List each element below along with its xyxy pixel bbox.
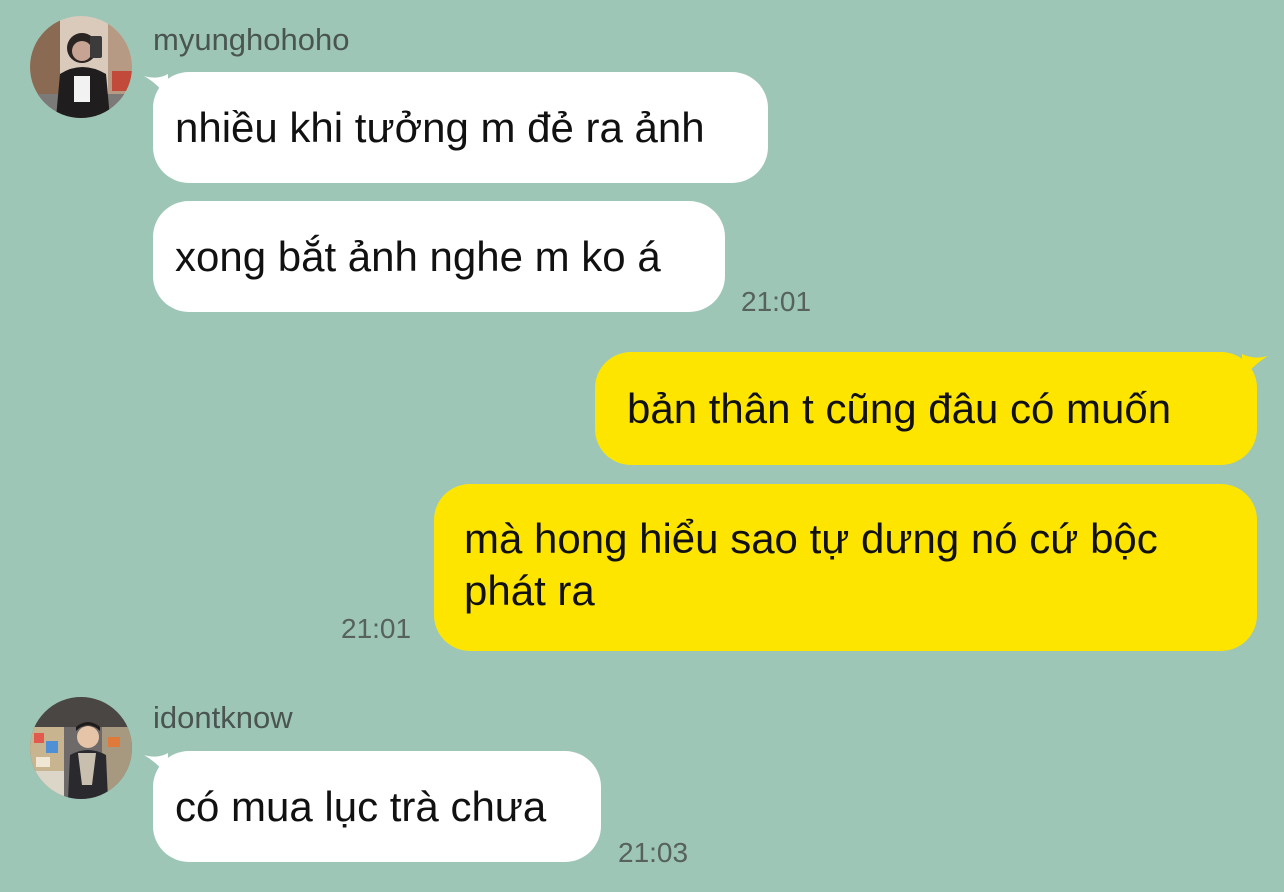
profile-photo-icon xyxy=(30,697,132,799)
message-text: nhiều khi tưởng m đẻ ra ảnh xyxy=(175,103,705,151)
sender-name: idontknow xyxy=(153,700,293,735)
sender-name: myunghohoho xyxy=(153,22,350,57)
message-bubble[interactable]: bản thân t cũng đâu có muốn xyxy=(595,352,1257,465)
message-bubble[interactable]: nhiều khi tưởng m đẻ ra ảnh xyxy=(153,72,768,183)
avatar-idontknow[interactable] xyxy=(30,697,132,799)
message-text: có mua lục trà chưa xyxy=(175,782,547,830)
message-timestamp: 21:03 xyxy=(618,837,689,868)
avatar-myunghohoho[interactable] xyxy=(30,16,132,118)
message-bubble[interactable]: có mua lục trà chưa xyxy=(153,751,601,862)
message-bubble[interactable]: mà hong hiểu sao tự dưng nó cứ bộc phát … xyxy=(434,484,1257,651)
message-text: mà hong hiểu sao tự dưng nó cứ bộc phát … xyxy=(464,515,1158,614)
message-text: bản thân t cũng đâu có muốn xyxy=(627,384,1172,432)
message-bubble[interactable]: xong bắt ảnh nghe m ko á xyxy=(153,201,725,312)
message-text: xong bắt ảnh nghe m ko á xyxy=(175,232,661,280)
message-timestamp: 21:01 xyxy=(341,613,412,644)
profile-photo-icon xyxy=(30,16,132,118)
message-timestamp: 21:01 xyxy=(741,286,812,317)
